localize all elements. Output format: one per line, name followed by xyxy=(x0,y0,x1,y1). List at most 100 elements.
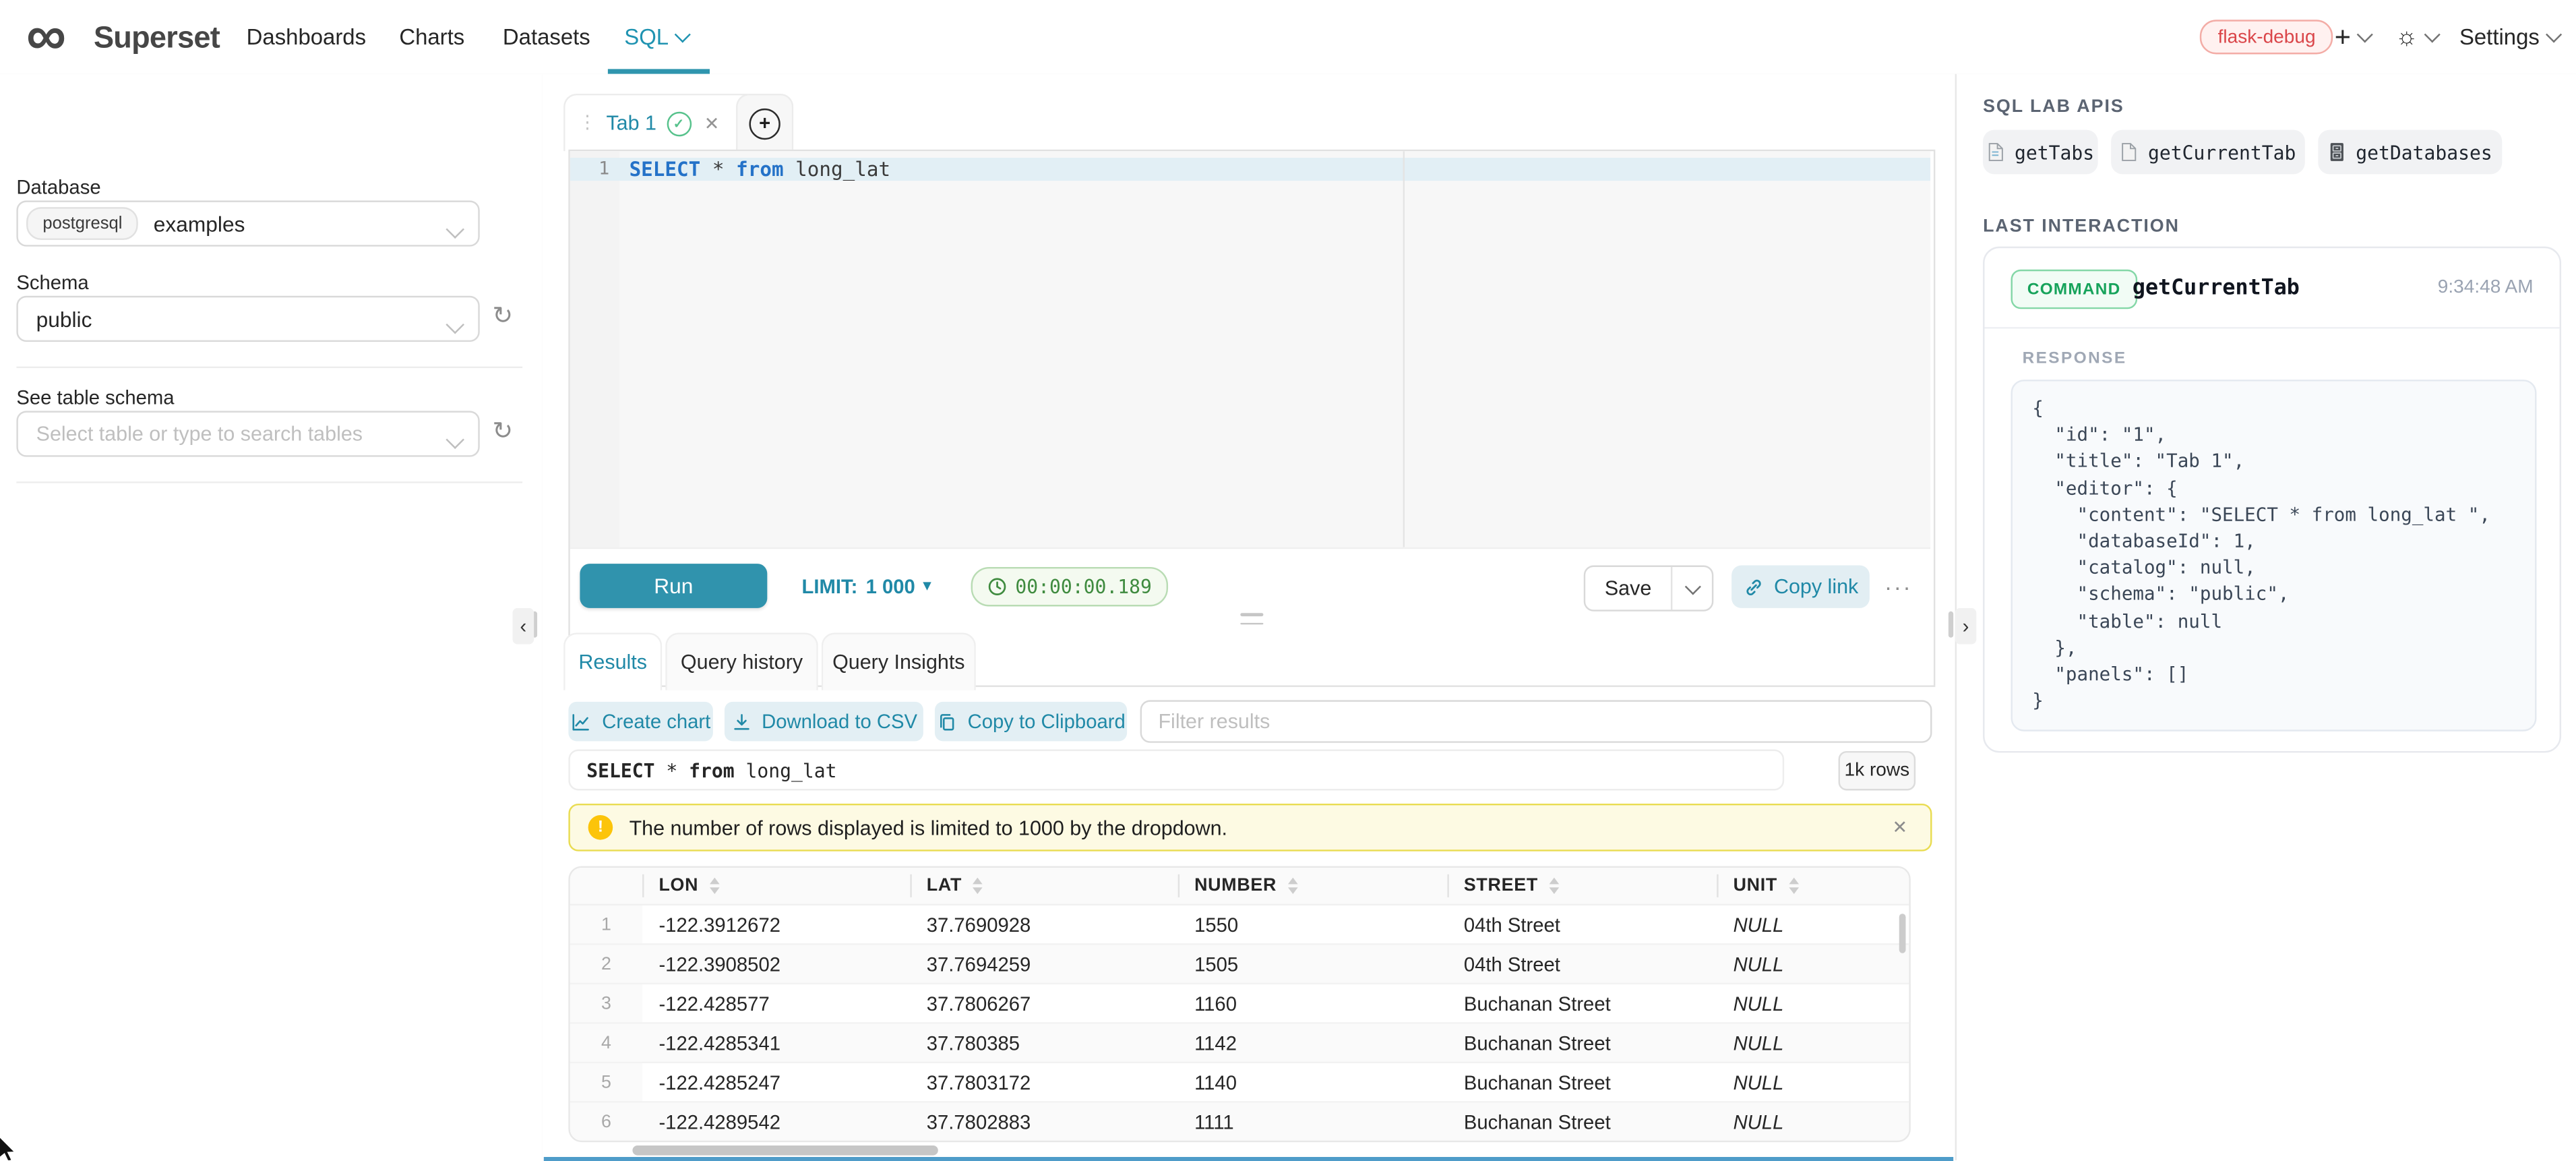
tab-query-history[interactable]: Query history xyxy=(665,632,818,690)
new-item-button[interactable]: + xyxy=(2335,0,2370,74)
nav-item-datasets[interactable]: Datasets xyxy=(503,0,590,74)
sql-editor-area: ⋮ Tab 1 ✓ ✕ + 1 SELECT * from long_lat R… xyxy=(542,74,1955,1160)
table-select[interactable]: Select table or type to search tables xyxy=(16,411,479,456)
table-vertical-scrollbar[interactable] xyxy=(1899,914,1906,953)
column-header-unit[interactable]: UNIT xyxy=(1717,868,1909,904)
sql-text: long_lat xyxy=(735,758,837,781)
nav-item-charts[interactable]: Charts xyxy=(399,0,464,74)
cell-unit: NULL xyxy=(1717,1024,1909,1062)
column-header-lat[interactable]: LAT xyxy=(910,868,1177,904)
plus-glyph: + xyxy=(759,113,770,133)
limit-dropdown[interactable]: LIMIT: 1 000 ▾ xyxy=(802,564,931,608)
tab-close-icon[interactable]: ✕ xyxy=(704,113,719,134)
cell-unit: NULL xyxy=(1717,905,1909,943)
warning-text: The number of rows displayed is limited … xyxy=(630,816,1227,839)
sort-icons[interactable] xyxy=(1789,878,1799,894)
settings-menu[interactable]: Settings xyxy=(2459,0,2559,74)
cell-street: 04th Street xyxy=(1447,905,1717,943)
sql-keyword: SELECT xyxy=(586,758,654,781)
link-icon xyxy=(1743,576,1765,597)
superset-brand[interactable]: Superset xyxy=(94,0,220,74)
query-tab-1[interactable]: ⋮ Tab 1 ✓ ✕ xyxy=(563,94,759,151)
refresh-tables-icon[interactable]: ↻ xyxy=(489,419,516,446)
card-file-icon xyxy=(2328,142,2346,163)
download-csv-button[interactable]: Download to CSV xyxy=(725,702,923,742)
collapse-api-panel-button[interactable]: › xyxy=(1955,608,1977,645)
executed-query-preview[interactable]: SELECT * from long_lat xyxy=(568,750,1784,791)
sort-icons[interactable] xyxy=(1288,878,1298,894)
table-horizontal-scrollbar[interactable] xyxy=(632,1145,938,1156)
table-corner-cell xyxy=(570,868,642,904)
get-databases-button[interactable]: getDatabases xyxy=(2318,130,2502,175)
row-count-badge: 1k rows xyxy=(1839,751,1916,791)
cell-unit: NULL xyxy=(1717,984,1909,1022)
pane-resize-handle[interactable] xyxy=(1240,613,1263,624)
tab-drag-handle-icon[interactable]: ⋮ xyxy=(578,114,596,132)
cell-lon: -122.3912672 xyxy=(642,905,910,943)
tab-results[interactable]: Results xyxy=(563,632,662,690)
get-current-tab-button[interactable]: getCurrentTab xyxy=(2111,130,2305,175)
limit-value: 1 000 xyxy=(866,574,915,597)
row-number: 3 xyxy=(570,984,642,1022)
settings-label: Settings xyxy=(2459,25,2540,50)
copy-to-clipboard-button[interactable]: Copy to Clipboard xyxy=(935,702,1127,742)
cell-street: Buchanan Street xyxy=(1447,1103,1717,1141)
sort-icons[interactable] xyxy=(1550,878,1560,894)
tab-title: Tab 1 xyxy=(606,112,656,135)
copy-link-button[interactable]: Copy link xyxy=(1731,566,1870,608)
save-button[interactable]: Save xyxy=(1585,567,1672,609)
column-label: NUMBER xyxy=(1194,876,1277,895)
superset-logo-icon[interactable]: ∞ xyxy=(26,1,63,70)
nav-item-sql[interactable]: SQL xyxy=(624,0,688,74)
plus-icon: + xyxy=(2335,20,2351,53)
editor-gutter xyxy=(570,151,619,547)
column-header-street[interactable]: STREET xyxy=(1447,868,1717,904)
table-row[interactable]: 4 -122.4285341 37.780385 1142 Buchanan S… xyxy=(570,1024,1909,1064)
table-row[interactable]: 6 -122.4289542 37.7802883 1111 Buchanan … xyxy=(570,1103,1909,1143)
sql-lab-apis-panel: SQL LAB APIS getTabs getCurrentTab xyxy=(1955,74,2576,1160)
column-label: STREET xyxy=(1464,876,1538,895)
column-header-number[interactable]: NUMBER xyxy=(1178,868,1448,904)
cell-number: 1505 xyxy=(1178,945,1448,983)
database-select[interactable]: postgresql examples xyxy=(16,200,479,246)
chevron-down-icon xyxy=(1684,578,1700,594)
cell-number: 1142 xyxy=(1178,1024,1448,1062)
filter-results-input[interactable] xyxy=(1140,700,1932,742)
table-row[interactable]: 5 -122.4285247 37.7803172 1140 Buchanan … xyxy=(570,1063,1909,1103)
sort-icons[interactable] xyxy=(710,878,720,894)
create-chart-button[interactable]: Create chart xyxy=(568,702,713,742)
response-json[interactable]: { "id": "1", "title": "Tab 1", "editor":… xyxy=(2011,380,2537,732)
refresh-schema-icon[interactable]: ↻ xyxy=(489,304,516,330)
row-number: 1 xyxy=(570,905,642,943)
run-query-button[interactable]: Run xyxy=(580,564,767,608)
row-limit-warning-banner: ! The number of rows displayed is limite… xyxy=(568,804,1932,852)
sidebar-divider xyxy=(16,481,522,483)
more-actions-button[interactable]: ··· xyxy=(1884,566,1912,608)
sidebar-divider xyxy=(16,367,522,368)
save-options-button[interactable] xyxy=(1672,567,1712,609)
timer-value: 00:00:00.189 xyxy=(1015,575,1152,598)
row-number: 6 xyxy=(570,1103,642,1141)
card-divider xyxy=(1985,327,2560,328)
new-tab-button[interactable]: + xyxy=(736,94,793,151)
get-tabs-button[interactable]: getTabs xyxy=(1983,130,2098,175)
main-scrollbar[interactable] xyxy=(1949,612,1953,638)
response-label: RESPONSE xyxy=(2023,350,2127,368)
collapse-sidebar-button[interactable]: ‹ xyxy=(513,608,534,645)
cell-unit: NULL xyxy=(1717,1103,1909,1141)
nav-item-dashboards[interactable]: Dashboards xyxy=(247,0,366,74)
sort-icons[interactable] xyxy=(973,878,983,894)
download-csv-label: Download to CSV xyxy=(762,710,917,733)
theme-toggle-button[interactable]: ☼ xyxy=(2395,0,2438,74)
code-editor[interactable]: 1 SELECT * from long_lat xyxy=(570,151,1930,547)
table-row[interactable]: 3 -122.428577 37.7806267 1160 Buchanan S… xyxy=(570,984,1909,1024)
column-header-lon[interactable]: LON xyxy=(642,868,910,904)
warning-close-icon[interactable]: ✕ xyxy=(1892,816,1907,838)
tab-query-insights[interactable]: Query Insights xyxy=(822,632,976,690)
download-icon xyxy=(731,711,752,732)
schema-select[interactable]: public xyxy=(16,296,479,342)
table-row[interactable]: 2 -122.3908502 37.7694259 1505 04th Stre… xyxy=(570,945,1909,985)
table-row[interactable]: 1 -122.3912672 37.7690928 1550 04th Stre… xyxy=(570,905,1909,945)
cell-street: 04th Street xyxy=(1447,945,1717,983)
chevron-down-icon xyxy=(2357,26,2373,42)
